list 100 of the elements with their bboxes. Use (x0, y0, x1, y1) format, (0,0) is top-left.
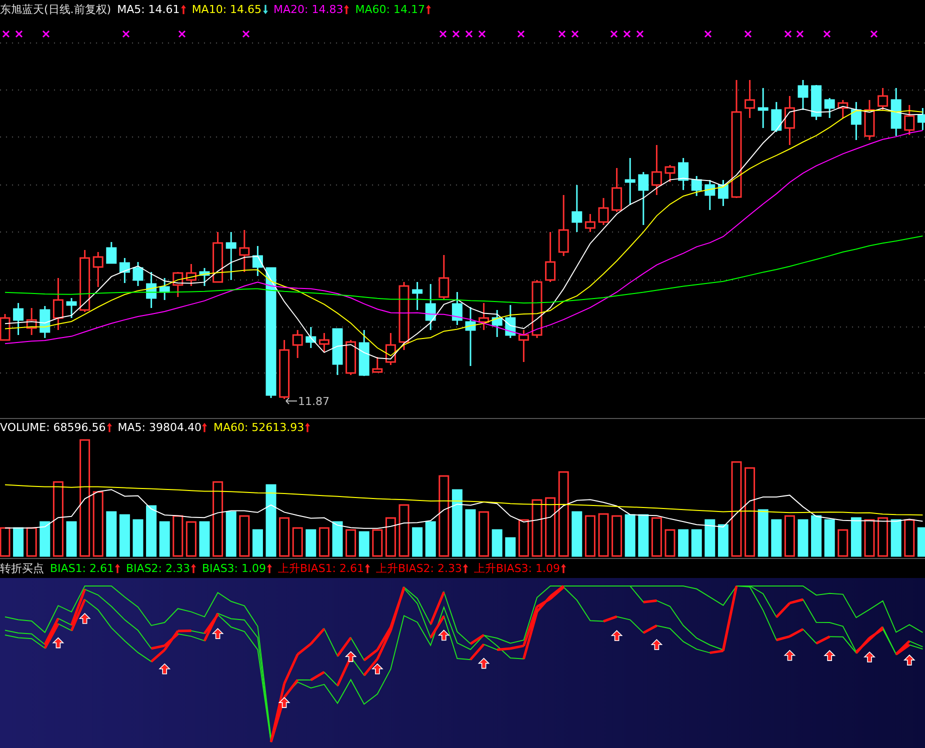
volume-bar (771, 519, 782, 557)
candlestick (890, 88, 902, 136)
volume-bar (318, 527, 330, 557)
candlestick (744, 80, 756, 118)
volume-bar (106, 511, 117, 557)
indicator-title: 转折买点 (0, 561, 44, 576)
candlestick (398, 282, 410, 350)
candlestick (598, 198, 609, 225)
candlestick (824, 98, 835, 118)
volume-bar (518, 519, 529, 557)
up-arrow-icon (371, 663, 384, 674)
up-arrow-icon (784, 650, 796, 661)
volume-bar (704, 519, 716, 557)
legend-label: 上升BIAS2: 2.33 (376, 561, 462, 576)
candlestick (864, 100, 875, 140)
candlestick (132, 262, 144, 286)
legend-label: MA20: 14.83 (274, 2, 344, 16)
volume-bar (132, 519, 144, 557)
candlestick (838, 100, 848, 118)
candlestick (558, 195, 569, 256)
volume-bar (638, 514, 649, 557)
legend-label: BIAS2: 2.33 (126, 562, 190, 575)
candlestick (465, 307, 476, 366)
volume-bar (612, 515, 622, 557)
candlestick (478, 303, 490, 330)
candlestick (119, 258, 130, 283)
candlestick (13, 303, 24, 335)
volume-bar (691, 529, 702, 557)
candlestick (385, 333, 396, 365)
candlestick (279, 340, 290, 399)
candlestick (798, 80, 808, 110)
volume-bar (492, 529, 502, 557)
candlestick (52, 278, 64, 330)
legend-label: MA60: 52613.93 (213, 421, 304, 434)
volume-bar (40, 521, 50, 557)
volume-bar (678, 529, 689, 557)
legend-label: BIAS1: 2.61 (50, 562, 114, 575)
volume-bar (532, 499, 542, 557)
legend-label: 上升BIAS1: 2.61 (278, 561, 364, 576)
candlestick (346, 340, 356, 375)
candlestick (172, 272, 184, 297)
candlestick (358, 330, 370, 376)
candlestick (252, 246, 263, 276)
legend-label: 上升BIAS3: 1.09 (474, 561, 560, 576)
volume-bar (13, 527, 24, 557)
candlestick (306, 327, 316, 348)
volume-bar (372, 529, 383, 557)
candlestick (572, 185, 582, 232)
candlestick (199, 268, 210, 286)
up-arrow-icon (278, 697, 290, 708)
up-arrow-icon (158, 663, 171, 674)
candlestick (532, 280, 542, 338)
up-arrow-icon (78, 612, 91, 624)
volume-bar (878, 517, 888, 557)
up-arrow-icon (438, 630, 450, 641)
candlestick (372, 357, 383, 373)
candlestick (40, 306, 50, 338)
volume-bar (864, 519, 875, 557)
candlestick (186, 264, 196, 286)
up-arrow-icon (478, 658, 490, 669)
legend-label: BIAS3: 1.09 (202, 562, 266, 575)
up-arrow-icon (650, 639, 663, 650)
volume-bar (412, 527, 423, 557)
candlestick (159, 278, 170, 300)
volume-bar (505, 537, 516, 557)
candlestick (425, 284, 436, 330)
volume-bar (664, 529, 676, 557)
legend-label: MA5: 39804.40 (118, 421, 202, 434)
volume-bar (465, 509, 476, 557)
up-arrow-icon (212, 628, 224, 640)
volume-bar (890, 519, 902, 557)
volume-bar (784, 515, 795, 557)
volume-bar (798, 519, 808, 557)
stock-title: 东旭蓝天(日线.前复权) (0, 2, 112, 16)
candlestick (212, 232, 224, 283)
candlestick (904, 105, 915, 135)
volume-bar (226, 511, 236, 557)
candlestick (850, 102, 862, 140)
candlestick (664, 165, 676, 182)
up-arrow-icon (824, 650, 836, 661)
candlestick (146, 272, 157, 308)
candlestick (332, 328, 343, 375)
candlestick (92, 252, 104, 287)
volume-bar (66, 521, 77, 557)
volume-bar (119, 514, 130, 557)
volume-bar (385, 517, 396, 557)
volume-bar (917, 527, 925, 557)
volume-bar (838, 529, 848, 557)
candlestick (292, 330, 303, 358)
up-arrow-icon (610, 630, 623, 641)
volume-bar (358, 531, 370, 557)
volume-bar (824, 519, 835, 557)
volume-bar (172, 515, 184, 557)
candlestick (584, 214, 596, 232)
up-arrow-icon (52, 637, 64, 648)
up-arrow-icon (344, 651, 357, 662)
candlestick (106, 242, 117, 264)
candlestick (438, 255, 450, 300)
candlestick (758, 88, 768, 128)
volume-bar (452, 489, 462, 557)
